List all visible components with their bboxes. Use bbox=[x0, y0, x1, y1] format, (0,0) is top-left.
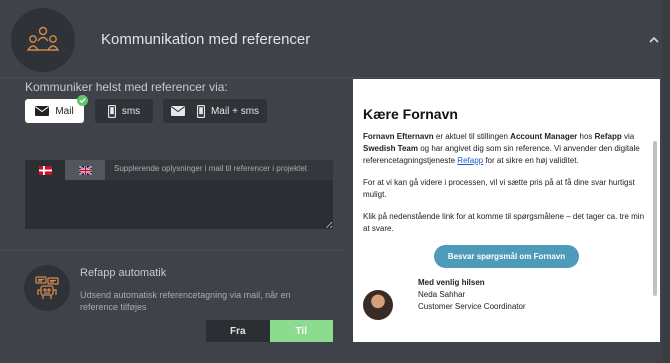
signature-greeting: Med venlig hilsen bbox=[418, 278, 485, 287]
channel-mail-sms-label: Mail + sms bbox=[210, 105, 260, 117]
header-icon-circle bbox=[11, 8, 75, 72]
divider bbox=[0, 77, 670, 78]
page-scrollbar[interactable] bbox=[662, 0, 670, 363]
tab-danish[interactable] bbox=[25, 160, 65, 180]
preview-scrollbar[interactable] bbox=[653, 141, 657, 296]
danish-flag-icon bbox=[38, 165, 52, 175]
people-group-icon bbox=[26, 26, 60, 51]
language-tab-bar: Supplerende oplysninger i mail til refer… bbox=[25, 160, 333, 180]
automatic-description: Udsend automatisk referencetagning via m… bbox=[80, 290, 291, 312]
channel-mail-sms-button[interactable]: Mail + sms bbox=[163, 99, 267, 123]
phone-icon bbox=[196, 104, 205, 118]
toggle-off-option[interactable]: Fra bbox=[206, 320, 270, 342]
toggle-on-option[interactable]: Til bbox=[269, 320, 333, 342]
automatic-toggle[interactable]: Fra Til bbox=[206, 320, 333, 342]
chevron-up-icon[interactable] bbox=[648, 34, 660, 46]
automatic-title: Refapp automatik bbox=[80, 267, 167, 279]
email-greeting: Kære Fornavn bbox=[363, 106, 458, 122]
email-paragraph-intro: Fornavn Efternavn er aktuel til stilling… bbox=[363, 132, 640, 165]
channel-sms-button[interactable]: sms bbox=[95, 99, 153, 123]
envelope-icon bbox=[170, 106, 185, 116]
uk-flag-icon bbox=[78, 165, 92, 175]
channel-mail-label: Mail bbox=[55, 105, 74, 117]
email-signature: Med venlig hilsen Neda Sahhar Customer S… bbox=[363, 277, 650, 320]
supplementary-info-placeholder: Supplerende oplysninger i mail til refer… bbox=[114, 164, 307, 173]
email-paragraph-instructions: Klik på nedenstående link for at komme t… bbox=[363, 212, 645, 233]
refapp-link[interactable]: Refapp bbox=[457, 156, 483, 165]
robot-icon bbox=[35, 276, 59, 299]
check-icon bbox=[77, 95, 88, 106]
signature-role: Customer Service Coordinator bbox=[418, 302, 526, 311]
tab-english[interactable] bbox=[65, 160, 105, 180]
email-paragraph-process: For at vi kan gå videre i processen, vil… bbox=[363, 178, 635, 199]
section-title: Kommunikation med referencer bbox=[101, 31, 311, 48]
channel-sms-label: sms bbox=[121, 105, 141, 117]
phone-icon bbox=[107, 104, 116, 118]
answer-questions-button[interactable]: Besvar spørgsmål om Fornavn bbox=[433, 245, 580, 268]
automatic-icon-circle bbox=[24, 265, 70, 311]
divider bbox=[0, 250, 345, 251]
signature-name: Neda Sahhar bbox=[418, 290, 466, 299]
channel-preference-label: Kommuniker helst med referencer via: bbox=[25, 80, 228, 94]
envelope-icon bbox=[35, 106, 50, 116]
channel-mail-button[interactable]: Mail bbox=[25, 95, 88, 123]
email-preview: Kære Fornavn Fornavn Efternavn er aktuel… bbox=[353, 79, 660, 342]
supplementary-info-field[interactable] bbox=[25, 180, 333, 229]
avatar bbox=[363, 290, 393, 320]
